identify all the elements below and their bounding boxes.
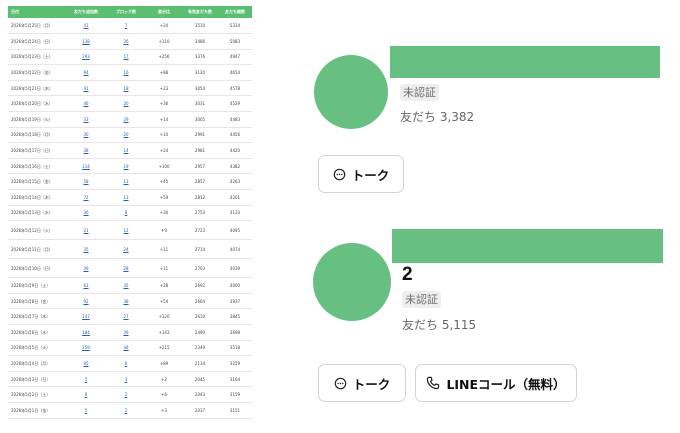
chat-bubble-icon — [333, 168, 346, 181]
profile-card-2: 2 未認証 友だち 5,115 トーク LINEコール（無料） — [0, 200, 680, 433]
unverified-badge: 未認証 — [400, 84, 439, 101]
line-call-button-label: LINEコール（無料） — [446, 376, 566, 392]
unverified-badge: 未認証 — [402, 291, 441, 308]
friends-count: 友だち 3,382 — [400, 110, 475, 124]
profile-name-redaction — [390, 46, 660, 78]
profile-avatar[interactable] — [313, 243, 391, 321]
profile-avatar[interactable] — [314, 55, 388, 129]
line-call-button[interactable]: LINEコール（無料） — [415, 364, 577, 402]
profile-name: 2 — [402, 264, 413, 285]
friends-count: 友だち 5,115 — [402, 318, 477, 332]
chat-bubble-icon — [334, 377, 347, 390]
profile-name-redaction — [392, 229, 663, 263]
talk-button[interactable]: トーク — [318, 155, 404, 193]
phone-icon — [426, 376, 440, 390]
talk-button-label: トーク — [352, 376, 391, 392]
talk-button-label: トーク — [351, 167, 390, 183]
talk-button[interactable]: トーク — [318, 364, 406, 402]
profile-card-1: 未認証 友だち 3,382 トーク — [0, 0, 680, 200]
